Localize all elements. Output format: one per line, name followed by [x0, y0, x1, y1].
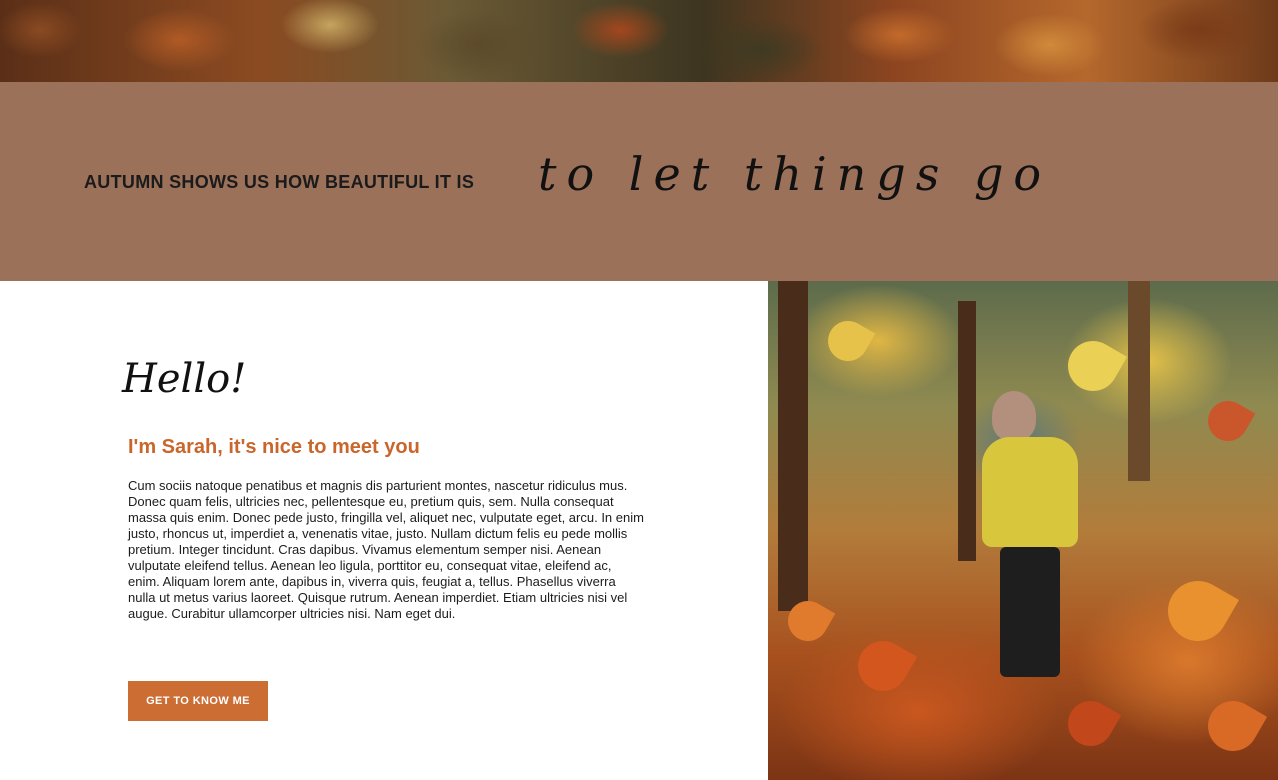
quote-script-text: to let things go: [538, 147, 1051, 201]
intro-body-text: Cum sociis natoque penatibus et magnis d…: [128, 478, 644, 621]
person-head: [992, 391, 1036, 441]
get-to-know-me-button[interactable]: GET TO KNOW ME: [128, 681, 268, 721]
person-legs: [1000, 547, 1060, 677]
autumn-forest-banner-image: [0, 0, 1278, 82]
tree-trunk: [1128, 281, 1150, 481]
leaf: [1058, 331, 1128, 401]
leaf: [1059, 692, 1122, 755]
page: AUTUMN SHOWS US HOW BEAUTIFUL IT IS to l…: [0, 0, 1278, 780]
leaf: [1157, 570, 1239, 652]
hello-text: Hello!: [121, 356, 246, 402]
quote-text: AUTUMN SHOWS US HOW BEAUTIFUL IT IS: [84, 172, 475, 192]
tree-trunk: [958, 301, 976, 561]
person-yellow-jacket: [982, 437, 1078, 547]
woman-in-autumn-forest-photo: [768, 281, 1278, 780]
leaf: [848, 631, 918, 701]
leaf: [1200, 393, 1256, 449]
hello-handwriting: Hello!: [121, 356, 246, 402]
intro-title: I'm Sarah, it's nice to meet you: [128, 436, 420, 458]
quote-script-handwriting: to let things go: [538, 147, 1051, 201]
leaf: [1198, 691, 1268, 761]
tree-trunk: [778, 281, 808, 611]
leaf: [820, 313, 876, 369]
